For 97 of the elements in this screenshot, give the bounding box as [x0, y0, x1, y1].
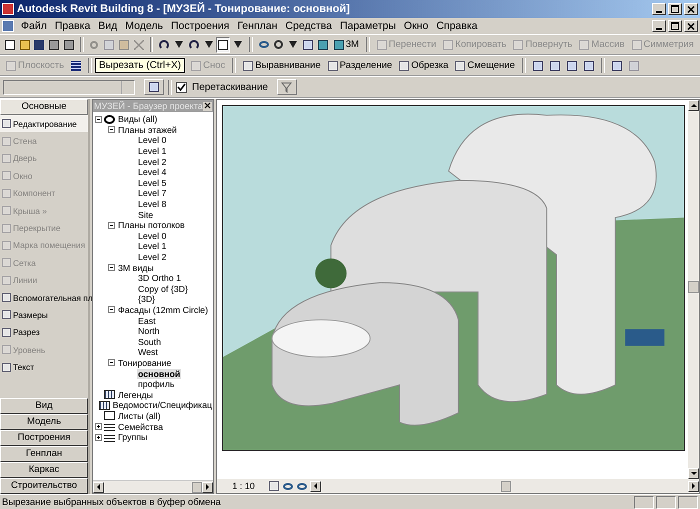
menu-item[interactable]: Файл — [17, 20, 51, 32]
tooltip: Вырезать (Ctrl+X) — [95, 58, 185, 73]
expander-icon[interactable] — [95, 116, 102, 123]
design-bar-tab[interactable]: Каркас — [0, 462, 88, 478]
horizontal-scrollbar[interactable] — [310, 480, 699, 492]
restore-button[interactable] — [668, 3, 682, 15]
tree-item[interactable]: Планы этажей — [117, 124, 178, 135]
tree-item[interactable]: Level 1 — [137, 241, 168, 252]
tree-item[interactable]: Листы (all) — [117, 410, 162, 421]
design-bar-tab[interactable]: Строительство — [0, 478, 88, 494]
tree-item[interactable]: Тонирование — [117, 358, 172, 368]
square-icon[interactable] — [268, 480, 280, 492]
tool-button[interactable]: Обрезка — [396, 58, 452, 74]
tree-item[interactable]: East — [137, 316, 157, 326]
checkbox[interactable] — [176, 82, 187, 92]
design-bar-tab[interactable]: Модель — [0, 414, 88, 430]
expander-icon[interactable] — [108, 126, 115, 134]
tree-item[interactable]: Level 2 — [137, 252, 168, 262]
table-icon — [104, 390, 115, 400]
window-title: Autodesk Revit Building 8 - [МУЗЕЙ - Тонирование: основной] — [17, 3, 350, 15]
menu-item[interactable]: Генплан — [233, 20, 282, 32]
tree-item[interactable]: West — [137, 347, 159, 358]
close-icon — [204, 102, 211, 108]
tree-item[interactable]: 3D Ortho 1 — [137, 273, 182, 284]
tree-item[interactable]: Level 0 — [137, 135, 168, 146]
minimize-button[interactable] — [652, 3, 666, 15]
tree-item[interactable]: Level 1 — [137, 146, 168, 156]
menu-item[interactable]: Параметры — [336, 20, 400, 32]
status-pane — [634, 496, 654, 508]
tree-item[interactable]: Ведомости/Спецификац — [112, 400, 213, 410]
tree-item[interactable]: Level 5 — [137, 178, 168, 188]
tree-item[interactable]: основной — [137, 368, 182, 379]
3d-view-button[interactable]: 3М — [330, 36, 362, 52]
menu-item[interactable]: Окно — [400, 20, 432, 32]
design-tool[interactable]: Разрез — [0, 324, 88, 342]
properties-button[interactable] — [144, 79, 164, 95]
tree-item[interactable]: Планы потолков — [117, 220, 186, 230]
design-bar-tab[interactable]: Вид — [0, 398, 88, 414]
tree-item[interactable]: Copy of {3D} — [137, 284, 189, 294]
filter-icon[interactable] — [276, 79, 297, 95]
tree-item[interactable]: Фасады (12mm Circle) — [117, 304, 209, 315]
expander-icon[interactable] — [95, 434, 102, 441]
tree-item[interactable]: Level 0 — [137, 230, 168, 241]
menu-item[interactable]: Средства — [281, 20, 336, 32]
close-button[interactable] — [684, 3, 698, 15]
tree-item[interactable]: 3М виды — [117, 262, 155, 273]
view-scale[interactable]: 1 : 10 — [221, 481, 266, 491]
status-pane — [656, 496, 676, 508]
design-bar-tab[interactable]: Построения — [0, 430, 88, 446]
window-icon[interactable] — [216, 36, 230, 52]
tree-item[interactable]: North — [137, 326, 161, 336]
design-bar-tab[interactable]: Основные — [0, 99, 88, 115]
restore-button[interactable] — [668, 20, 682, 32]
design-tool[interactable]: Текст — [0, 358, 88, 376]
type-dropdown[interactable] — [3, 80, 135, 94]
status-text: Вырезание выбранных объектов в буфер обмена — [2, 496, 222, 508]
app-icon — [2, 3, 14, 15]
expander-icon[interactable] — [95, 423, 102, 430]
tree-item[interactable]: Семейства — [117, 422, 164, 432]
tree-item[interactable]: Группы — [117, 432, 148, 442]
close-button[interactable] — [203, 102, 212, 110]
design-bar-tab[interactable]: Генплан — [0, 446, 88, 462]
expander-icon[interactable] — [108, 359, 115, 366]
tree-item[interactable]: профиль — [137, 379, 176, 390]
table-icon — [98, 400, 110, 410]
minimize-button[interactable] — [652, 20, 666, 32]
close-icon — [687, 6, 695, 12]
horizontal-scrollbar[interactable] — [93, 480, 213, 493]
expander-icon[interactable] — [108, 264, 115, 272]
status-pane — [678, 496, 698, 508]
sheet-icon — [104, 411, 115, 420]
tree-item[interactable]: Site — [137, 210, 154, 220]
menu-item[interactable]: Справка — [432, 20, 482, 32]
vertical-scrollbar[interactable] — [688, 100, 699, 479]
menu-item[interactable]: Вид — [94, 20, 122, 32]
panel-title: МУЗЕЙ - Браузер проекта — [94, 101, 203, 111]
tree-item[interactable]: Level 2 — [137, 156, 168, 167]
close-icon — [687, 22, 695, 30]
design-tool[interactable]: Редактирование — [0, 115, 88, 132]
menu-item[interactable]: Построения — [167, 20, 234, 32]
expander-icon[interactable] — [108, 306, 115, 314]
tool-button[interactable]: Смещение — [452, 58, 518, 74]
tool-button[interactable]: Разделение — [324, 58, 396, 74]
expander-icon[interactable] — [108, 222, 115, 229]
close-button[interactable] — [684, 20, 698, 32]
design-tool[interactable]: Размеры — [0, 306, 88, 324]
tool-button[interactable]: Выравнивание — [240, 58, 324, 74]
tree-item[interactable]: Level 7 — [137, 188, 168, 198]
tree-item[interactable]: Level 8 — [137, 199, 168, 210]
tree-item[interactable]: {3D} — [137, 294, 156, 304]
menu-item[interactable]: Модель — [121, 20, 167, 32]
tree-item[interactable]: Виды (all) — [117, 114, 158, 124]
tree-item[interactable]: Level 4 — [137, 167, 168, 178]
tree-item[interactable]: South — [137, 336, 162, 347]
checkbox-label: Перетаскивание — [192, 82, 268, 92]
menu-item[interactable]: Правка — [50, 20, 94, 32]
tree-item[interactable]: Легенды — [117, 390, 154, 400]
